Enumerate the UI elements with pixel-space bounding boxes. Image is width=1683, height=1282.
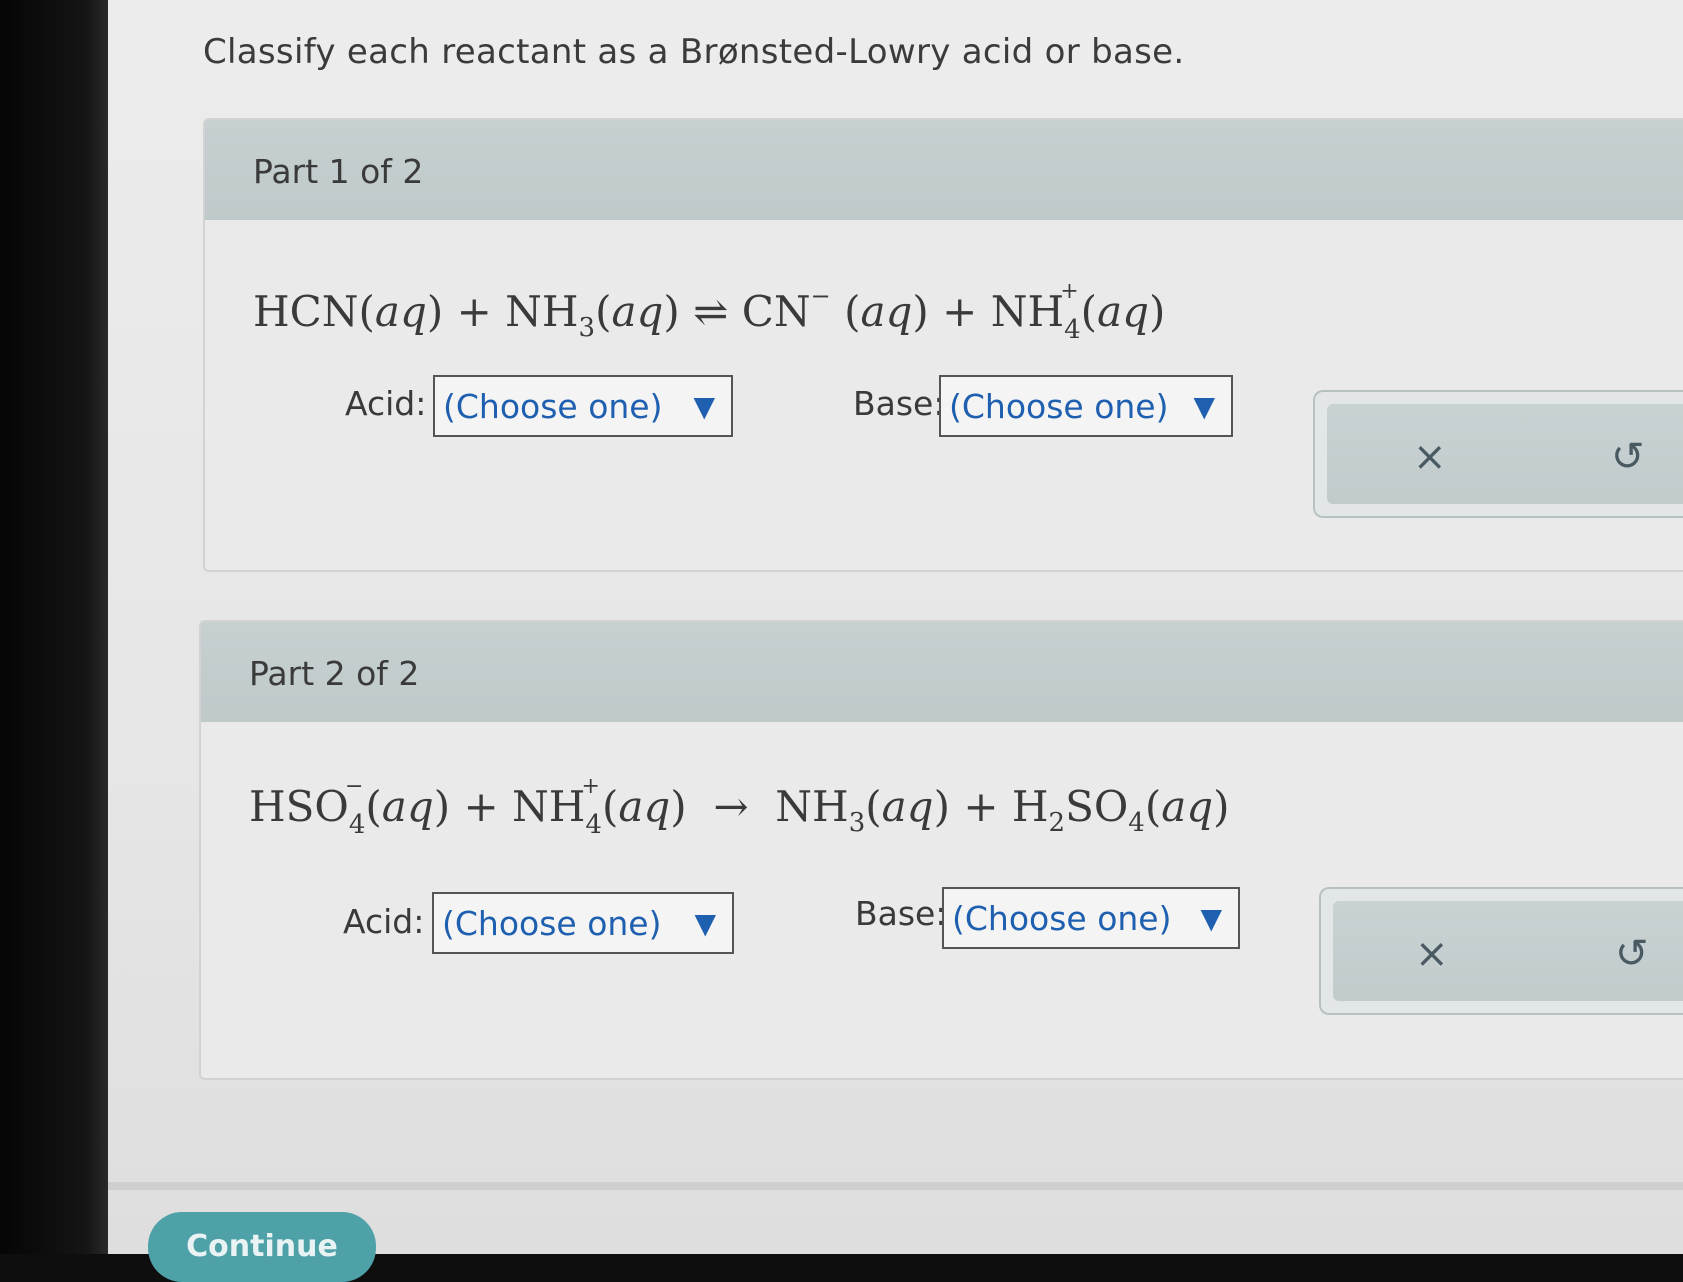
part-2-acid-select[interactable]: (Choose one) ▼: [432, 892, 734, 954]
part-1-acid-select[interactable]: (Choose one) ▼: [433, 375, 733, 437]
part-2-header: Part 2 of 2: [201, 622, 1683, 722]
undo-icon[interactable]: ↺: [1615, 931, 1649, 977]
part-1-base-label: Base:: [853, 384, 945, 423]
part-2-equation: HSO4− (aq) + NH4 + (aq) → NH3(aq) + H2SO4(a…: [249, 774, 1230, 840]
part-2-base-label: Base:: [855, 894, 947, 933]
part-2-panel: Part 2 of 2 HSO4− (aq) + NH4 + (aq) → NH3(a…: [199, 620, 1683, 1080]
part-2-acid-label: Acid:: [343, 902, 425, 941]
screen: Classify each reactant as a Brønsted-Low…: [108, 0, 1683, 1282]
chevron-down-icon: ▼: [694, 906, 716, 940]
close-icon[interactable]: ×: [1415, 931, 1449, 977]
footer-divider: [108, 1182, 1683, 1190]
undo-icon[interactable]: ↺: [1611, 434, 1645, 480]
monitor-bezel: [0, 0, 108, 1254]
continue-button[interactable]: Continue: [148, 1212, 376, 1282]
part-2-toolbox: × ↺: [1319, 887, 1683, 1015]
chevron-down-icon: ▼: [1193, 389, 1215, 423]
part-1-header: Part 1 of 2: [205, 120, 1683, 220]
part-1-panel: Part 1 of 2 HCN(aq) + NH3(aq) ⇌ CN− (aq)…: [203, 118, 1683, 572]
part-1-base-select[interactable]: (Choose one) ▼: [939, 375, 1233, 437]
chevron-down-icon: ▼: [1200, 901, 1222, 935]
part-1-title: Part 1 of 2: [253, 152, 424, 191]
reaction-arrow: →: [713, 782, 749, 831]
part-1-acid-label: Acid:: [345, 384, 427, 423]
part-1-equation: HCN(aq) + NH3(aq) ⇌ CN− (aq) + NH4 + (aq): [253, 279, 1166, 345]
close-icon[interactable]: ×: [1413, 434, 1447, 480]
part-2-base-select[interactable]: (Choose one) ▼: [942, 887, 1240, 949]
equilibrium-arrow: ⇌: [693, 287, 729, 336]
chevron-down-icon: ▼: [693, 389, 715, 423]
part-1-toolbox: × ↺: [1313, 390, 1683, 518]
question-text: Classify each reactant as a Brønsted-Low…: [203, 32, 1185, 72]
part-2-title: Part 2 of 2: [249, 654, 420, 693]
